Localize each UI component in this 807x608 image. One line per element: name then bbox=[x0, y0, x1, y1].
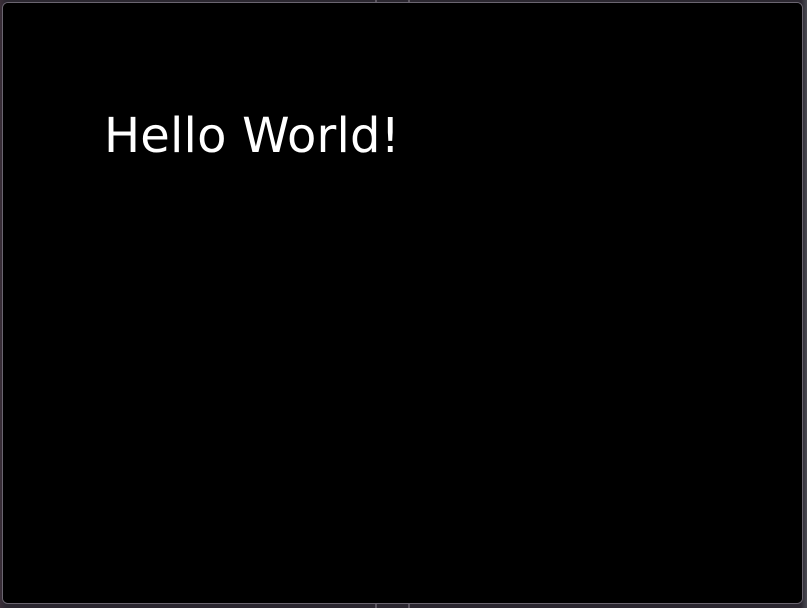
hello-world-text: Hello World! bbox=[104, 108, 401, 164]
render-canvas[interactable]: Hello World! bbox=[3, 3, 802, 603]
app-window[interactable]: Hello World! bbox=[2, 2, 803, 604]
desktop: Hello World! bbox=[0, 0, 807, 608]
